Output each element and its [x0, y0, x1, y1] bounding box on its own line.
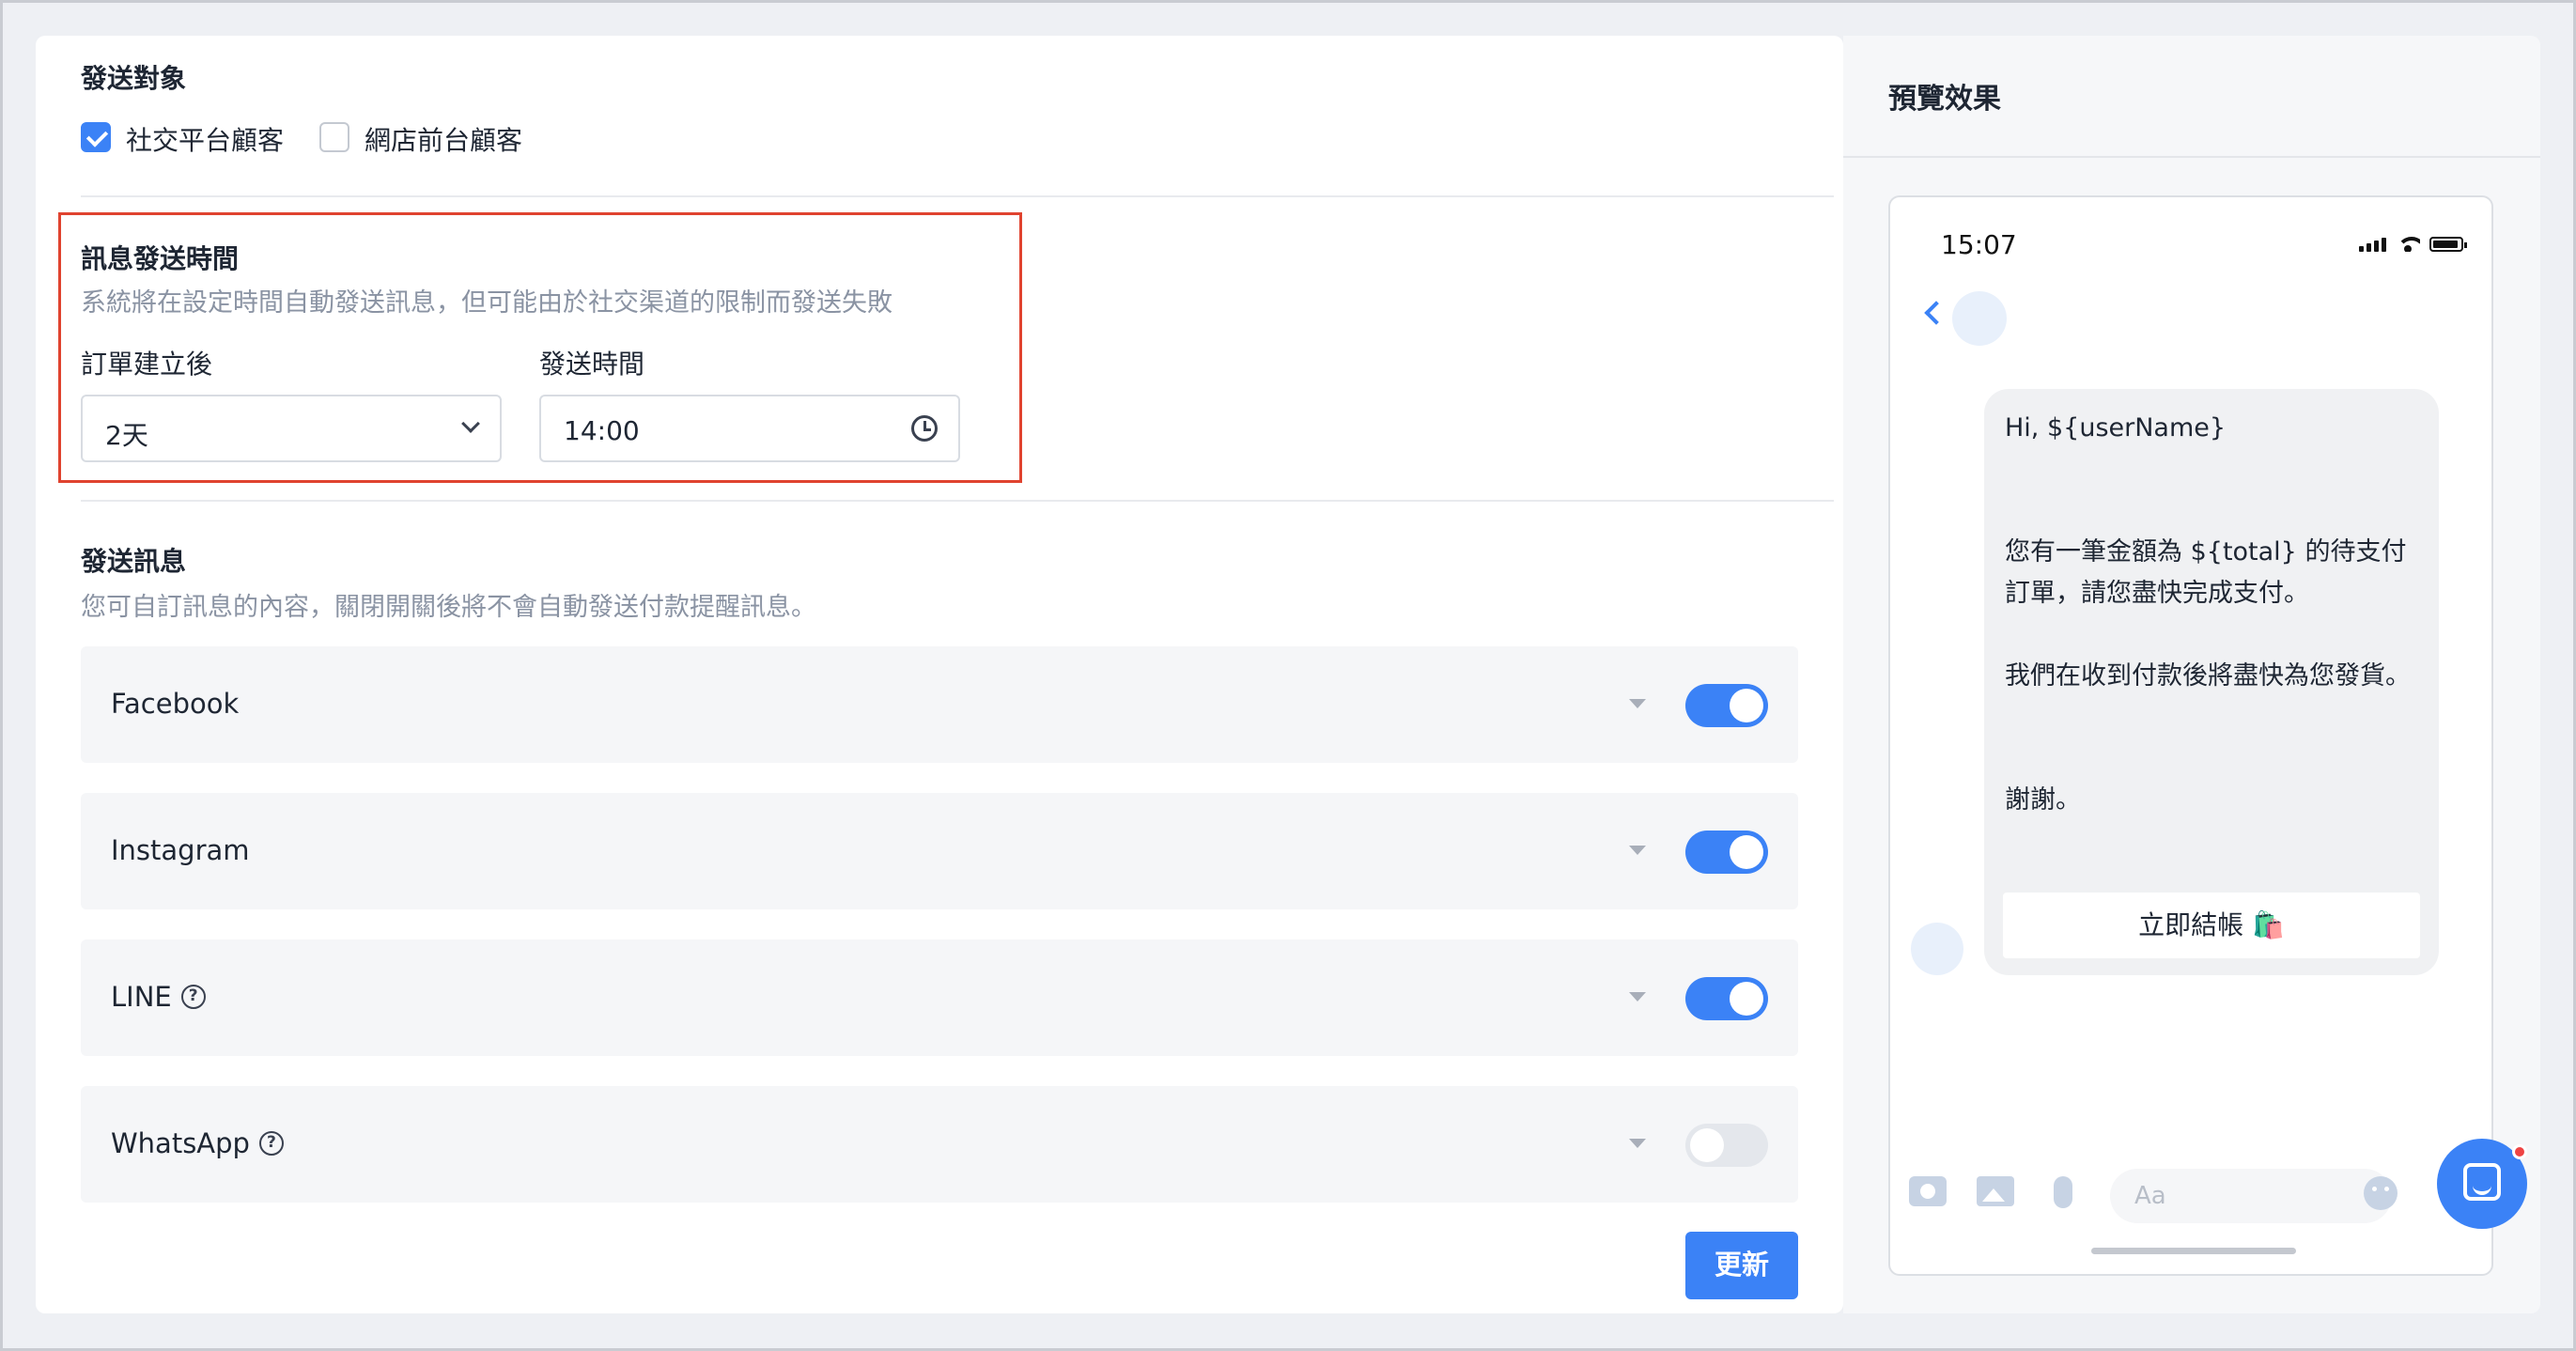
- whatsapp-toggle[interactable]: [1685, 1124, 1768, 1167]
- help-icon[interactable]: ?: [180, 985, 206, 1009]
- message-input[interactable]: Aa: [2110, 1169, 2392, 1223]
- caret-down-icon[interactable]: [1629, 846, 1646, 855]
- preview-panel: 預覽效果 15:07 Hi, ${userName} 您有一筆金額為 ${tot…: [1843, 36, 2540, 1313]
- channel-row-instagram[interactable]: Instagram: [81, 793, 1798, 909]
- recipients-title: 發送對象: [81, 63, 187, 94]
- battery-icon: [2429, 237, 2467, 252]
- status-time: 15:07: [1941, 229, 2017, 260]
- home-indicator: [2091, 1248, 2296, 1254]
- caret-down-icon[interactable]: [1629, 1139, 1646, 1148]
- channel-name: Facebook: [111, 688, 240, 720]
- microphone-icon[interactable]: [2054, 1176, 2072, 1208]
- toggle-knob: [1730, 689, 1763, 722]
- message-text: Hi, ${userName} 您有一筆金額為 ${total} 的待支付訂單，…: [2005, 413, 2411, 815]
- image-icon[interactable]: [1977, 1176, 2014, 1206]
- emoji-icon[interactable]: [2364, 1176, 2398, 1210]
- channel-name: LINE: [111, 981, 172, 1013]
- status-icons: [2359, 235, 2467, 252]
- facebook-toggle[interactable]: [1685, 684, 1768, 727]
- toggle-knob: [1690, 1128, 1724, 1162]
- social-customers-checkbox[interactable]: [81, 122, 111, 152]
- send-time-highlight-box: [58, 212, 1022, 483]
- section-divider: [81, 500, 1834, 502]
- toggle-knob: [1730, 835, 1763, 869]
- support-chat-button[interactable]: [2437, 1139, 2527, 1229]
- caret-down-icon[interactable]: [1629, 992, 1646, 1002]
- instagram-toggle[interactable]: [1685, 831, 1768, 874]
- messages-title: 發送訊息: [81, 546, 187, 577]
- avatar: [1952, 291, 2007, 346]
- channel-row-whatsapp[interactable]: WhatsApp?: [81, 1086, 1798, 1203]
- preview-title: 預覽效果: [1888, 83, 2001, 116]
- channel-name: WhatsApp: [111, 1127, 250, 1159]
- channel-name: Instagram: [111, 834, 250, 866]
- phone-mockup: 15:07 Hi, ${userName} 您有一筆金額為 ${total} 的…: [1888, 195, 2493, 1276]
- caret-down-icon[interactable]: [1629, 699, 1646, 708]
- signal-icon: [2359, 238, 2386, 252]
- section-divider: [81, 195, 1834, 197]
- message-bubble: Hi, ${userName} 您有一筆金額為 ${total} 的待支付訂單，…: [1984, 389, 2439, 975]
- camera-icon[interactable]: [1909, 1176, 1947, 1206]
- help-icon[interactable]: ?: [258, 1131, 284, 1156]
- web-customers-label[interactable]: 網店前台顧客: [365, 120, 522, 158]
- channel-row-line[interactable]: LINE?: [81, 939, 1798, 1056]
- back-arrow-icon[interactable]: [1924, 301, 1948, 325]
- social-customers-label[interactable]: 社交平台顧客: [126, 120, 284, 158]
- channel-row-facebook[interactable]: Facebook: [81, 646, 1798, 763]
- wifi-icon: [2396, 235, 2420, 252]
- toggle-knob: [1730, 982, 1763, 1016]
- messages-description: 您可自訂訊息的內容，關閉開關後將不會自動發送付款提醒訊息。: [81, 593, 816, 622]
- message-input-placeholder: Aa: [2134, 1182, 2166, 1210]
- notification-dot: [2512, 1144, 2527, 1159]
- preview-divider: [1843, 156, 2540, 158]
- avatar: [1911, 923, 1963, 975]
- chat-input-bar: Aa: [1890, 1163, 2491, 1229]
- checkout-button[interactable]: 立即結帳 🛍️: [2003, 893, 2420, 958]
- update-button[interactable]: 更新: [1685, 1232, 1798, 1299]
- web-customers-checkbox[interactable]: [319, 122, 349, 152]
- chat-icon: [2463, 1163, 2501, 1201]
- line-toggle[interactable]: [1685, 977, 1768, 1020]
